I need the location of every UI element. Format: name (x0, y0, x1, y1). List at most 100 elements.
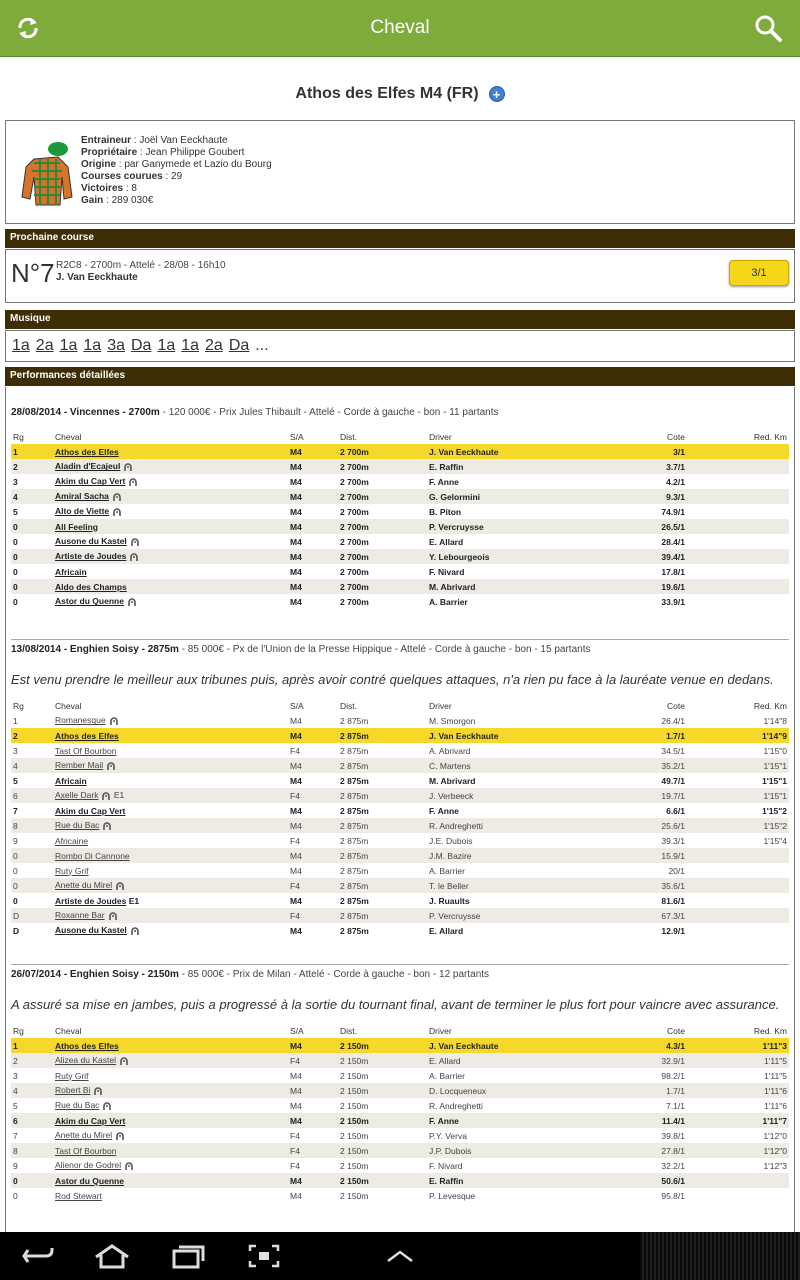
table-row[interactable]: 0 Africain M4 2 700m F. Nivard 17.8/1 (11, 564, 789, 579)
table-row[interactable]: 0 Artiste de Joudes M4 2 700m Y. Lebourgeois… (11, 549, 789, 564)
table-row[interactable]: 0 Astor du Quenne M4 2 700m A. Barrier 33.9/1 (11, 594, 789, 609)
table-row[interactable]: 9 Alienor de Godrel F4 2 150m F. Nivard 32.2/… (11, 1158, 789, 1173)
table-row[interactable]: 9 Africaine F4 2 875m J.E. Dubois 39.3/1 1'15"… (11, 833, 789, 848)
table-row[interactable]: 7 Akim du Cap Vert M4 2 875m F. Anne 6.6/1 1'1… (11, 803, 789, 818)
horse-link[interactable]: Aladin d'Ecajeul (55, 461, 120, 471)
horse-link[interactable]: Axelle Dark (55, 790, 98, 800)
horse-link[interactable]: Ausone du Kastel (55, 925, 127, 935)
horse-link[interactable]: Artiste de Joudes (55, 896, 126, 906)
horse-cell[interactable]: Athos des Elfes (53, 728, 288, 743)
musique-item[interactable]: Da (131, 337, 151, 355)
table-row[interactable]: 3 Akim du Cap Vert M4 2 700m F. Anne 4.2/1 (11, 474, 789, 489)
horse-cell[interactable]: Robert Bi (53, 1083, 288, 1098)
horse-link[interactable]: Athos des Elfes (55, 447, 119, 457)
horse-cell[interactable]: Alizea du Kastel (53, 1053, 288, 1068)
horse-cell[interactable]: Tast Of Bourbon (53, 1143, 288, 1158)
horse-cell[interactable]: Ruty Grif (53, 1068, 288, 1083)
horse-cell[interactable]: Alienor de Godrel (53, 1158, 288, 1173)
horse-cell[interactable]: Rombo Di Cannone (53, 848, 288, 863)
table-row[interactable]: 2 Aladin d'Ecajeul M4 2 700m E. Raffin 3.7/1 (11, 459, 789, 474)
horse-link[interactable]: Tast Of Bourbon (55, 746, 116, 756)
horse-link[interactable]: Robert Bi (55, 1085, 90, 1095)
musique-item[interactable]: 1a (83, 337, 101, 355)
horse-cell[interactable]: Rod Stewart (53, 1188, 288, 1203)
horse-cell[interactable]: Ausone du Kastel (53, 534, 288, 549)
horse-link[interactable]: All Feeling (55, 522, 98, 532)
musique-item[interactable]: 1a (60, 337, 78, 355)
add-favorite-icon[interactable]: + (488, 86, 505, 102)
musique-item[interactable]: Da (229, 337, 249, 355)
horse-link[interactable]: Rod Stewart (55, 1191, 102, 1201)
refresh-button[interactable] (10, 10, 46, 46)
horse-link[interactable]: Rombo Di Cannone (55, 851, 130, 861)
musique-item[interactable]: 3a (107, 337, 125, 355)
horse-link[interactable]: Ausone du Kastel (55, 536, 127, 546)
horse-cell[interactable]: Aladin d'Ecajeul (53, 459, 288, 474)
table-row[interactable]: 3 Ruty Grif M4 2 150m A. Barrier 98.2/1 1'11"5 (11, 1068, 789, 1083)
musique-item[interactable]: 1a (12, 337, 30, 355)
horse-link[interactable]: Alienor de Godrel (55, 1160, 121, 1170)
horse-link[interactable]: Athos des Elfes (55, 1041, 119, 1051)
horse-link[interactable]: Rue du Bac (55, 1100, 99, 1110)
horse-cell[interactable]: Akim du Cap Vert (53, 803, 288, 818)
horse-link[interactable]: Rember Mail (55, 760, 103, 770)
home-button[interactable] (92, 1242, 132, 1270)
musique-item[interactable]: 2a (205, 337, 223, 355)
horse-cell[interactable]: Athos des Elfes (53, 1038, 288, 1053)
horse-link[interactable]: Africain (55, 776, 87, 786)
horse-link[interactable]: Africaine (55, 836, 88, 846)
horse-link[interactable]: Astor du Quenne (55, 1176, 124, 1186)
horse-link[interactable]: Anette du Mirel (55, 880, 112, 890)
horse-cell[interactable]: Rember Mail (53, 758, 288, 773)
horse-link[interactable]: Anette du Mirel (55, 1130, 112, 1140)
table-row[interactable]: 0 Artiste de Joudes E1 M4 2 875m J. Ruaults 8… (11, 893, 789, 908)
table-row[interactable]: 8 Rue du Bac M4 2 875m R. Andreghetti 25.6/1 1… (11, 818, 789, 833)
table-row[interactable]: 2 Alizea du Kastel F4 2 150m E. Allard 32.9/1… (11, 1053, 789, 1068)
search-button[interactable] (750, 10, 786, 46)
horse-link[interactable]: Athos des Elfes (55, 731, 119, 741)
horse-cell[interactable]: Alto de Viette (53, 504, 288, 519)
table-row[interactable]: 7 Anette du Mirel F4 2 150m P.Y. Verva 39.8/1… (11, 1128, 789, 1143)
horse-cell[interactable]: Ruty Grif (53, 863, 288, 878)
horse-cell[interactable]: Rue du Bac (53, 818, 288, 833)
table-row[interactable]: 0 Anette du Mirel F4 2 875m T. le Beller 35.6… (11, 878, 789, 893)
table-row[interactable]: 5 Rue du Bac M4 2 150m R. Andreghetti 7.1/1 1'… (11, 1098, 789, 1113)
table-row[interactable]: 0 Rod Stewart M4 2 150m P. Levesque 95.8/1 (11, 1188, 789, 1203)
horse-cell[interactable]: Romanesque (53, 713, 288, 728)
cote-button[interactable]: 3/1 (729, 260, 789, 286)
table-row[interactable]: 0 Ruty Grif M4 2 875m A. Barrier 20/1 (11, 863, 789, 878)
scroll-content[interactable]: Athos des Elfes M4 (FR) + Entraineur : J… (0, 57, 800, 1232)
table-row[interactable]: 5 Alto de Viette M4 2 700m B. Piton 74.9/1 (11, 504, 789, 519)
table-row[interactable]: 8 Tast Of Bourbon F4 2 150m J.P. Dubois 27.8/… (11, 1143, 789, 1158)
horse-cell[interactable]: Roxanne Bar (53, 908, 288, 923)
horse-cell[interactable]: Anette du Mirel (53, 1128, 288, 1143)
horse-link[interactable]: Akim du Cap Vert (55, 806, 125, 816)
table-row[interactable]: D Roxanne Bar F4 2 875m P. Vercruysse 67.3/1 (11, 908, 789, 923)
horse-cell[interactable]: Africain (53, 773, 288, 788)
horse-link[interactable]: Ruty Grif (55, 1071, 89, 1081)
horse-link[interactable]: Akim du Cap Vert (55, 1116, 125, 1126)
table-row[interactable]: D Ausone du Kastel M4 2 875m E. Allard 12.9/1 (11, 923, 789, 938)
table-row[interactable]: 0 Rombo Di Cannone M4 2 875m J.M. Bazire 15.9… (11, 848, 789, 863)
horse-cell[interactable]: Aldo des Champs (53, 579, 288, 594)
horse-link[interactable]: Artiste de Joudes (55, 551, 126, 561)
horse-link[interactable]: Africain (55, 567, 87, 577)
horse-cell[interactable]: Amiral Sacha (53, 489, 288, 504)
horse-cell[interactable]: Astor du Quenne (53, 594, 288, 609)
table-row[interactable]: 1 Athos des Elfes M4 2 700m J. Van Eeckhaute… (11, 444, 789, 459)
horse-cell[interactable]: Athos des Elfes (53, 444, 288, 459)
horse-cell[interactable]: Artiste de Joudes E1 (53, 893, 288, 908)
table-row[interactable]: 1 Athos des Elfes M4 2 150m J. Van Eeckhaute… (11, 1038, 789, 1053)
horse-link[interactable]: Alizea du Kastel (55, 1055, 116, 1065)
table-row[interactable]: 4 Rember Mail M4 2 875m C. Martens 35.2/1 1'15… (11, 758, 789, 773)
table-row[interactable]: 0 Aldo des Champs M4 2 700m M. Abrivard 19.6/… (11, 579, 789, 594)
horse-link[interactable]: Roxanne Bar (55, 910, 105, 920)
horse-cell[interactable]: Africaine (53, 833, 288, 848)
horse-link[interactable]: Akim du Cap Vert (55, 476, 125, 486)
horse-cell[interactable]: Axelle Dark E1 (53, 788, 288, 803)
horse-cell[interactable]: Artiste de Joudes (53, 549, 288, 564)
table-row[interactable]: 6 Akim du Cap Vert M4 2 150m F. Anne 11.4/1 1'… (11, 1113, 789, 1128)
expand-button[interactable] (380, 1242, 420, 1270)
horse-link[interactable]: Aldo des Champs (55, 582, 127, 592)
horse-cell[interactable]: Rue du Bac (53, 1098, 288, 1113)
